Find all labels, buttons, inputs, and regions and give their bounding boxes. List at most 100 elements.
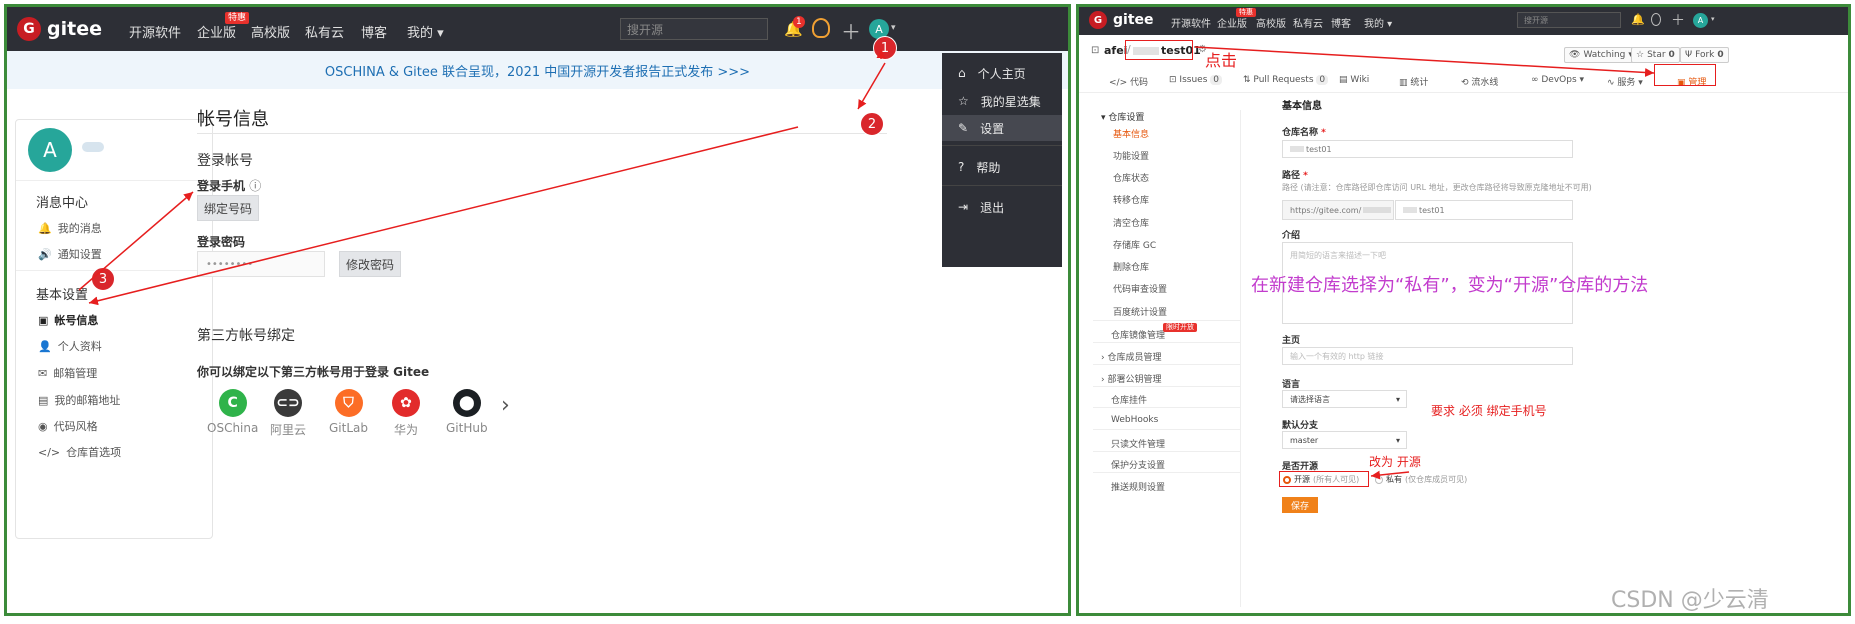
nav-mine[interactable]: 我的 ▾ (407, 22, 444, 41)
infinity-icon: ∞ (1531, 75, 1539, 85)
side-item-mirror[interactable]: 仓库镜像管理 (1111, 328, 1165, 341)
msg-center-header: 消息中心 (36, 196, 89, 211)
star-button[interactable]: ☆ Star 0 (1631, 47, 1680, 63)
help-icon[interactable]: ⓘ (249, 179, 261, 193)
side-item-readonly-files[interactable]: 只读文件管理 (1111, 437, 1165, 450)
password-label: 登录密码 (197, 235, 246, 249)
nav-blog[interactable]: 博客 (361, 22, 387, 41)
provider-aliyun[interactable]: ⊂⊃ 阿里云 (270, 389, 306, 438)
phone-label: 登录手机 ⓘ (197, 179, 262, 193)
lang-select[interactable]: 请选择语言 ▾ (1282, 390, 1407, 408)
side-item-protected-branches[interactable]: 保护分支设置 (1111, 458, 1165, 471)
announcement-banner[interactable]: OSCHINA & Gitee 联合呈现，2021 中国开源开发者报告正式发布 … (7, 51, 1068, 89)
fork-button[interactable]: Ψ Fork 0 (1680, 47, 1729, 63)
sidebar-item-repo-prefs[interactable]: </> 仓库首选项 (38, 444, 121, 460)
plus-icon[interactable]: ＋ (841, 16, 861, 45)
tab-stats[interactable]: ▥ 统计 (1399, 75, 1428, 88)
sidebar-item-account-info[interactable]: ▣ 帐号信息 (38, 312, 98, 328)
gitee-logo[interactable]: G gitee (1089, 11, 1154, 29)
side-item-basic-info[interactable]: 基本信息 (1113, 127, 1149, 140)
sidebar-item-code-style[interactable]: ◉ 代码风格 (38, 418, 98, 434)
bulb-icon[interactable] (1651, 13, 1661, 26)
nav-private-cloud[interactable]: 私有云 (305, 22, 344, 41)
divider (942, 185, 1062, 186)
lang-label: 语言 (1282, 380, 1301, 390)
nav-blog[interactable]: 博客 (1331, 15, 1351, 30)
sidebar-item-email-manage[interactable]: ✉ 邮箱管理 (38, 365, 97, 381)
top-navbar: G gitee 开源软件 企业版 特惠 高校版 私有云 博客 我的 ▾ 搜开源 … (1079, 7, 1848, 35)
plus-icon[interactable]: ＋ (1671, 10, 1685, 30)
menu-item-logout[interactable]: ⇥ 退出 (942, 195, 1062, 219)
side-item-repo-status[interactable]: 仓库状态 (1113, 171, 1149, 184)
nav-university[interactable]: 高校版 (251, 22, 290, 41)
nav-enterprise[interactable]: 企业版 (1217, 15, 1247, 30)
side-item-code-review[interactable]: 代码审查设置 (1113, 282, 1167, 295)
side-item-widgets[interactable]: 仓库挂件 (1111, 393, 1147, 406)
tab-pipeline[interactable]: ⟲ 流水线 (1461, 75, 1498, 88)
side-item-baidu-stats[interactable]: 百度统计设置 (1113, 305, 1167, 318)
radio-private[interactable]: 私有 (仅仓库成员可见) (1375, 474, 1467, 485)
github-icon: ⬤ (452, 389, 481, 417)
profile-avatar[interactable]: A (28, 128, 72, 172)
tab-devops[interactable]: ∞ DevOps ▾ (1531, 75, 1584, 85)
nav-private-cloud[interactable]: 私有云 (1293, 15, 1323, 30)
side-item-push-rules[interactable]: 推送规则设置 (1111, 480, 1165, 493)
tab-services[interactable]: ∿ 服务 ▾ (1607, 75, 1643, 88)
menu-item-settings[interactable]: ✎ 设置 (942, 115, 1062, 141)
branch-select[interactable]: master ▾ (1282, 431, 1407, 449)
side-item-delete[interactable]: 删除仓库 (1113, 260, 1149, 273)
gitee-logo[interactable]: G gitee (17, 17, 102, 41)
path-input[interactable]: test01 (1395, 200, 1573, 220)
side-item-deploy-keys[interactable]: › 部署公钥管理 (1101, 372, 1161, 385)
chevron-right-icon[interactable]: › (501, 393, 510, 418)
side-item-feature-settings[interactable]: 功能设置 (1113, 149, 1149, 162)
star-icon: ☆ (958, 94, 969, 108)
side-item-webhooks[interactable]: WebHooks (1111, 415, 1158, 425)
tab-wiki[interactable]: ▤ Wiki (1339, 75, 1369, 85)
password-field[interactable]: •••••••• (197, 251, 325, 277)
provider-huawei[interactable]: ✿ 华为 (392, 389, 420, 438)
repo-name-input[interactable]: test01 (1282, 140, 1573, 158)
provider-gitlab[interactable]: ⛉ GitLab (329, 389, 368, 435)
group-repo-settings[interactable]: ▾ 仓库设置 (1101, 110, 1144, 123)
search-input[interactable]: 搜开源 (1517, 12, 1621, 28)
change-password-button[interactable]: 修改密码 (339, 251, 401, 277)
sidebar-item-my-email[interactable]: ▤ 我的邮箱地址 (38, 392, 120, 408)
bell-icon[interactable]: 🔔 (1631, 13, 1645, 26)
nav-mine[interactable]: 我的 ▾ (1364, 15, 1392, 30)
fork-icon: Ψ (1685, 50, 1693, 60)
chevron-down-icon[interactable]: ▾ (891, 23, 896, 33)
repo-owner[interactable]: afei (1104, 44, 1127, 57)
provider-github[interactable]: ⬤ GitHub (446, 389, 488, 435)
save-button[interactable]: 保存 (1282, 497, 1318, 513)
nav-avatar[interactable]: A (1693, 13, 1708, 28)
sidebar-item-profile[interactable]: 👤 个人资料 (38, 338, 102, 354)
bind-phone-button[interactable]: 绑定号码 (197, 195, 259, 221)
side-item-transfer[interactable]: 转移仓库 (1113, 193, 1149, 206)
sidebar-item-notify-settings[interactable]: 🔊 通知设置 (38, 246, 102, 262)
side-item-members[interactable]: › 仓库成员管理 (1101, 350, 1161, 363)
sidebar-item-my-messages[interactable]: 🔔 我的消息 (38, 220, 102, 236)
tab-code[interactable]: </> 代码 (1109, 75, 1148, 88)
gitlab-icon: ⛉ (334, 389, 363, 417)
search-input[interactable]: 搜开源 (620, 18, 768, 40)
third-party-heading: 第三方帐号绑定 (197, 328, 295, 344)
code-icon: </> (38, 445, 61, 459)
tab-pull-requests[interactable]: ⇅ Pull Requests 0 (1243, 75, 1329, 85)
chevron-down-icon[interactable]: ▾ (1711, 15, 1715, 23)
home-input[interactable]: 输入一个有效的 http 链接 (1282, 347, 1573, 365)
side-item-clear[interactable]: 清空仓库 (1113, 216, 1149, 229)
menu-item-help[interactable]: ? 帮助 (942, 155, 1062, 179)
side-item-gc[interactable]: 存储库 GC (1113, 238, 1156, 251)
nav-university[interactable]: 高校版 (1256, 15, 1286, 30)
menu-item-homepage[interactable]: ⌂ 个人主页 (942, 61, 1062, 85)
menu-item-my-stars[interactable]: ☆ 我的星选集 (942, 89, 1062, 113)
bulb-icon[interactable] (812, 18, 830, 38)
nav-enterprise[interactable]: 企业版 (197, 22, 236, 41)
nav-open-source[interactable]: 开源软件 (129, 22, 181, 41)
require-phone-annotation: 要求 必须 绑定手机号 (1431, 404, 1547, 418)
nav-open-source[interactable]: 开源软件 (1171, 15, 1211, 30)
radio-open[interactable]: 开源 (所有人可见) (1283, 474, 1359, 485)
provider-oschina[interactable]: C OSChina (207, 389, 258, 435)
tab-issues[interactable]: ⊡ Issues 0 (1169, 75, 1222, 85)
